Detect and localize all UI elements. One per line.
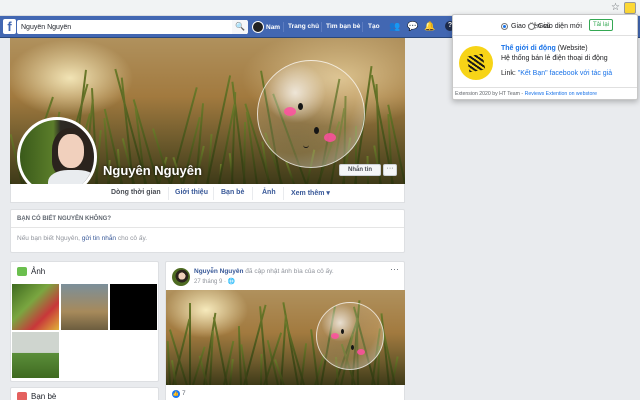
know-card: BẠN CÓ BIẾT NGUYÊN KHÔNG? Nếu bạn biết N… [10,209,405,253]
bubble-mouth [303,145,309,148]
know-heading: BẠN CÓ BIẾT NGUYÊN KHÔNG? [17,216,112,222]
post-image[interactable] [166,290,405,385]
divider [453,35,637,36]
photos-card: Ảnh [10,261,159,382]
bubble-blush-right [357,349,365,355]
popup-footer: Extension 2020 by HT Team - Reviews Exte… [455,91,597,97]
radio-new-interface-label[interactable]: Giao diện mới [528,23,582,30]
bookmark-star-icon[interactable]: ☆ [611,2,620,14]
search-input[interactable] [17,20,247,34]
friends-card: Bạn bè [10,387,159,400]
grass-blade [189,302,191,385]
tab-more[interactable]: Xem thêm ▾ [291,189,330,197]
post-author-link[interactable]: Nguyễn Nguyên [194,268,243,275]
nav-divider [362,22,363,32]
extension-icon[interactable] [624,2,636,14]
profile-tabs: Dòng thời gian Giới thiệu Bạn bè Ảnh Xem… [10,184,405,203]
radio-label: Giao diện mới [538,23,582,30]
nav-user-name: Nam [266,23,281,31]
know-prefix: Nếu bạn biết Nguyên, [17,235,80,242]
footer-credit: Extension 2020 by HT Team - [455,91,524,97]
bubble-eye-left [298,103,303,110]
grass-blade [243,121,247,184]
webstore-review-link[interactable]: Reviews Extention on webstore [525,91,597,97]
message-button[interactable]: Nhắn tin [339,164,381,176]
store-title: Thế giới di động (Website) [501,45,588,52]
post-card: Nguyễn Nguyên đã cập nhật ảnh bìa của cô… [165,261,405,400]
tab-timeline[interactable]: Dòng thời gian [111,189,161,196]
more-options-button[interactable]: ··· [383,164,397,176]
post-bubble-face [316,302,384,370]
bubble-blush-left [331,333,339,339]
divider [11,227,404,228]
tab-photos[interactable]: Ảnh [262,189,276,196]
tab-divider [283,187,284,200]
radio-indicator [528,23,535,30]
like-reaction-icon[interactable]: 👍 [172,390,180,398]
photos-title[interactable]: Ảnh [31,267,45,276]
grass-blade [166,341,171,385]
post-header: Nguyễn Nguyên đã cập nhật ảnh bìa của cô… [194,268,334,275]
search-icon[interactable]: 🔍 [232,20,248,34]
cover-bubble-face [257,60,365,168]
divider [453,87,637,88]
thegioididong-logo-icon [459,46,493,80]
photo-thumbnail[interactable] [110,284,157,330]
post-action-text: đã cập nhật ảnh bìa của cô ấy. [245,268,334,275]
send-message-link[interactable]: gửi tin nhắn [82,235,116,242]
add-friend-author-link[interactable]: "Kết Bạn" facebook với tác giả [518,70,612,77]
friend-requests-icon[interactable]: 👥 [389,21,400,31]
grass-blade [10,164,12,184]
extension-popup: Giao diện cũ Giao diện mới Tải lại Thế g… [452,14,638,100]
photo-thumbnail[interactable] [12,332,59,378]
friends-icon [17,392,27,400]
know-suffix: cho cô ấy. [117,235,148,242]
bubble-eye-left [341,329,344,334]
photo-thumbnail[interactable] [12,284,59,330]
store-description: Hệ thống bán lẻ điện thoại di động [501,55,608,62]
bubble-blush-left [284,107,296,116]
tab-about[interactable]: Giới thiệu [175,189,208,196]
photos-icon [17,267,27,276]
nav-profile-link[interactable]: Nam [252,20,280,34]
tab-friends[interactable]: Bạn bè [221,189,244,196]
radio-indicator [501,23,508,30]
tab-divider [168,187,169,200]
nav-divider [283,22,284,32]
bubble-blush-right [324,133,336,142]
author-link-row: Link: "Kết Bạn" facebook với tác giả [501,70,612,77]
avatar [252,21,264,33]
logo-mark [466,53,486,73]
grass-blade [260,353,263,385]
photo-thumbnail[interactable] [61,284,108,330]
store-type: (Website) [557,45,588,52]
nav-create-link[interactable]: Tạo [368,23,380,30]
know-text: Nếu bạn biết Nguyên, gửi tin nhắn cho cô… [17,235,147,242]
store-name-link[interactable]: Thế giới di động [501,45,556,52]
nav-divider [321,22,322,32]
bubble-eye-right [314,127,319,134]
tab-divider [213,187,214,200]
messenger-icon[interactable]: 💬 [407,21,418,31]
grass-blade [206,75,232,184]
notifications-icon[interactable]: 🔔 [424,21,435,31]
post-options-icon[interactable]: ··· [390,264,399,274]
nav-home-link[interactable]: Trang chủ [288,23,319,30]
reaction-count[interactable]: 7 [182,390,186,397]
bubble-eye-right [351,345,354,350]
profile-face [58,134,84,168]
post-timestamp[interactable]: 27 tháng 9 · 🌐 [194,278,235,285]
tab-divider [252,187,253,200]
profile-name[interactable]: Nguyên Nguyên [103,163,202,178]
reload-button[interactable]: Tải lại [589,19,613,31]
facebook-logo-icon[interactable]: f [3,19,16,34]
link-label: Link: [501,70,516,77]
nav-find-friends-link[interactable]: Tìm bạn bè [326,23,360,30]
friends-title[interactable]: Bạn bè [31,392,56,400]
avatar[interactable] [172,268,190,286]
grass-blade [212,317,228,385]
